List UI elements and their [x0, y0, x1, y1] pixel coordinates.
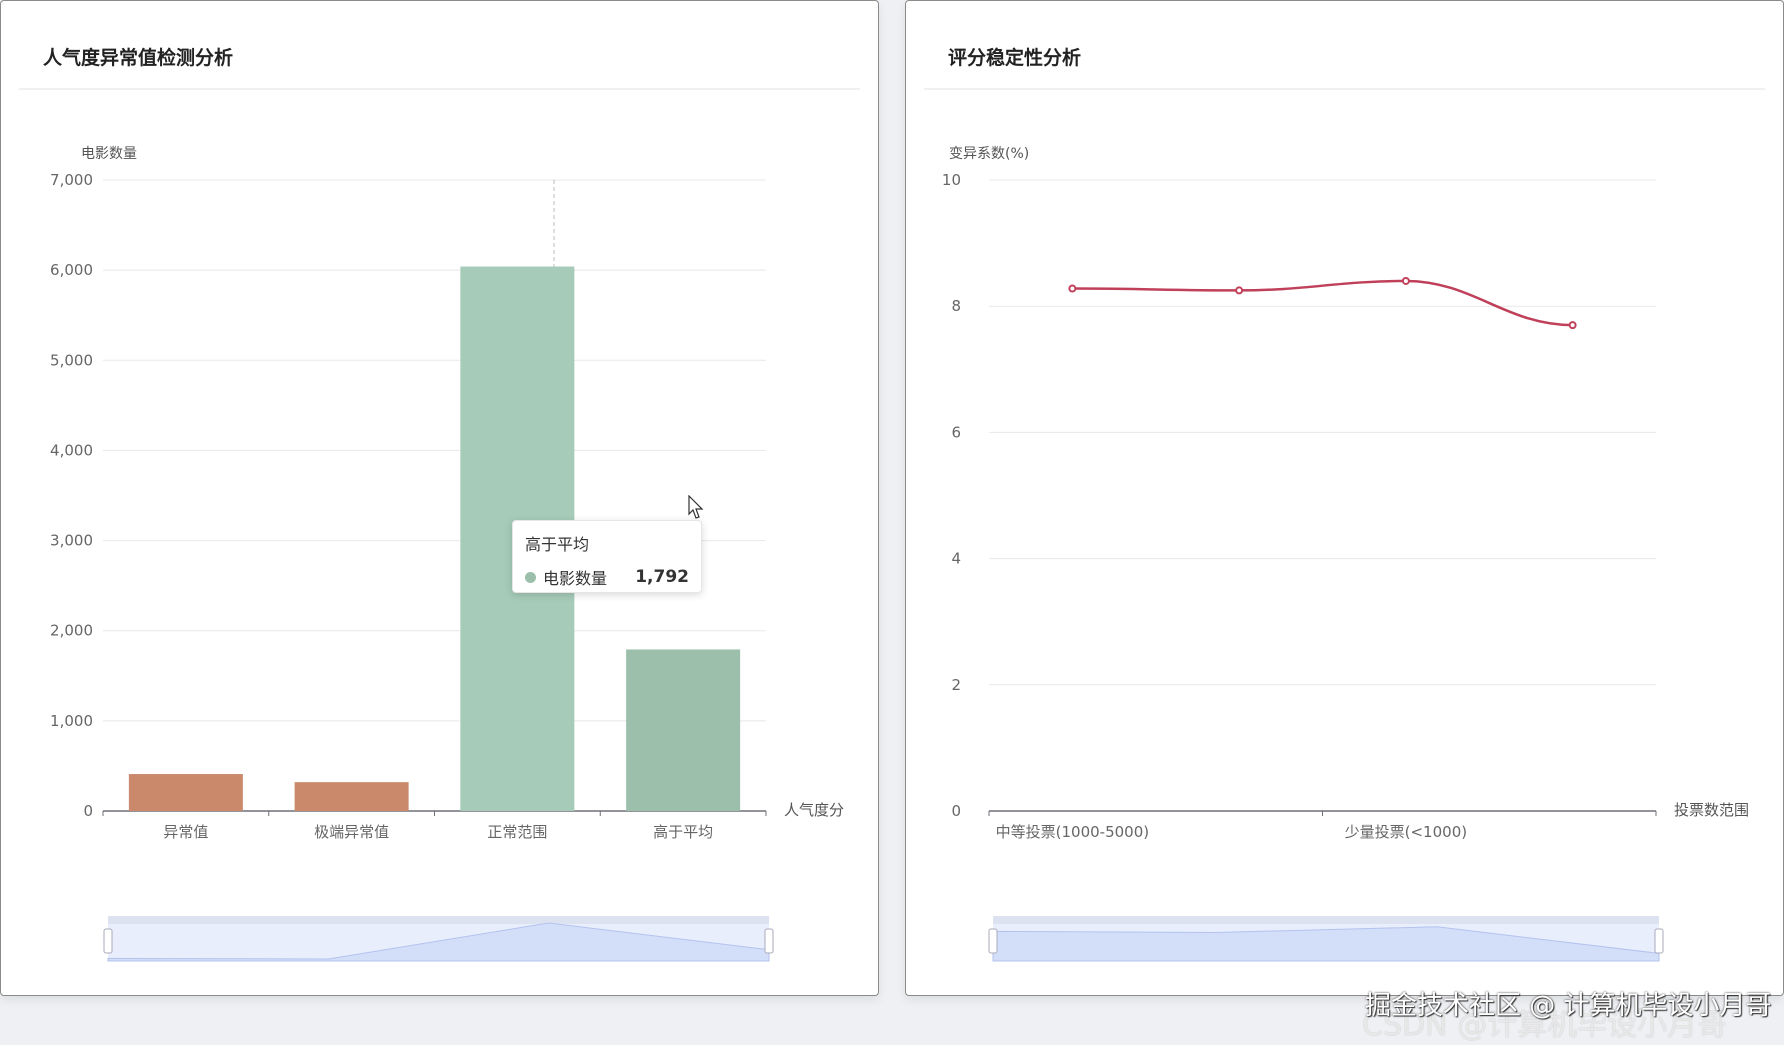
- tooltip-value: 1,792: [635, 567, 689, 587]
- x-tick-label: 高于平均: [653, 823, 713, 841]
- y-tick-label: 7,000: [50, 171, 93, 189]
- tooltip-title: 高于平均: [525, 535, 590, 554]
- bar-0: [128, 774, 243, 811]
- series-line: [1072, 279, 1573, 327]
- x-tick-label: 异常值: [163, 823, 208, 841]
- bar-3: [626, 649, 741, 811]
- x-tick-label: 极端异常值: [314, 823, 389, 841]
- x-tick-label: 正常范围: [487, 823, 547, 841]
- datazoom-handle-bar: [108, 916, 769, 924]
- datazoom-handle[interactable]: [1654, 928, 1664, 954]
- y-tick-label: 6,000: [50, 261, 93, 279]
- y-tick-label: 4,000: [50, 441, 93, 459]
- y-tick-label: 2: [951, 676, 961, 694]
- y-tick-label: 10: [942, 171, 961, 189]
- x-tick-label: 少量投票(<1000): [1345, 823, 1467, 841]
- data-point-2: [1401, 276, 1410, 285]
- datazoom-handle-bar: [993, 916, 1659, 924]
- datazoom-handle[interactable]: [988, 928, 998, 954]
- line-chart: 0 2 4 6 8 10 变异系数(%) 投票数范围中等投票(1000-5000) 少量投票(<…: [942, 146, 1749, 962]
- watermark: 掘金技术社区 @ 计算机毕设小月哥: [1365, 991, 1772, 1021]
- x-axis-title: 投票数范围: [1674, 801, 1749, 819]
- datazoom-handle[interactable]: [764, 928, 774, 954]
- y-tick-label: 0: [83, 802, 93, 820]
- y-tick-label: 4: [951, 550, 961, 568]
- y-tick-label: 2,000: [50, 622, 93, 640]
- data-point-1: [1235, 286, 1244, 295]
- datazoom-handle[interactable]: [103, 928, 113, 954]
- popularity-outlier-card: 人气度异常值检测分析 0 1,000 2,000 3,000 4,000 5,000 6,0…: [0, 0, 879, 996]
- bar-chart: 0 1,000 2,000 3,000 4,000 5,000 6,000 7,000 电影数量…: [50, 146, 844, 962]
- mouse-cursor-icon: [688, 495, 704, 519]
- x-tick-label: 中等投票(1000-5000): [996, 823, 1149, 841]
- y-tick-label: 0: [951, 802, 961, 820]
- data-point-3: [1568, 321, 1577, 330]
- rating-stability-card: 评分稳定性分析 0 2 4 6 8 10 变异系数(%) 投票数范围 中等投票(1000-500…: [905, 0, 1784, 996]
- series-marker-icon: [525, 571, 536, 583]
- bar-1: [294, 782, 409, 811]
- y-axis-title: 变异系数(%): [949, 146, 1029, 162]
- y-tick-label: 3,000: [50, 532, 93, 550]
- y-tick-label: 1,000: [50, 712, 93, 730]
- tooltip-series: 电影数量: [543, 569, 608, 588]
- y-tick-label: 5,000: [50, 351, 93, 369]
- y-tick-label: 6: [951, 423, 961, 441]
- data-point-0: [1068, 284, 1077, 293]
- x-axis-title: 人气度分: [784, 801, 844, 819]
- y-tick-label: 8: [951, 297, 961, 315]
- y-axis-title: 电影数量: [81, 146, 137, 162]
- chart-tooltip: 高于平均 电影数量 1,792: [512, 520, 702, 593]
